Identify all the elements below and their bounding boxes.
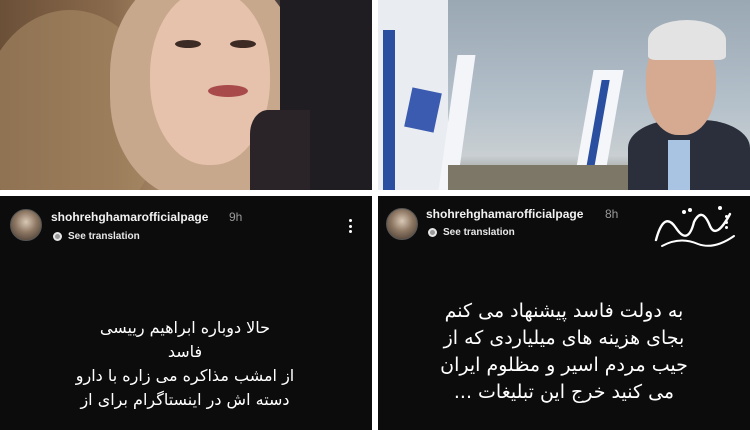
see-translation-link[interactable]: See translation: [53, 231, 140, 242]
story-line: بجای هزینه های میلیاردی که از: [443, 327, 685, 349]
avatar[interactable]: [10, 209, 42, 241]
story-line: دسته اش در اینستاگرام برای از: [80, 390, 290, 409]
story-time: 8h: [605, 207, 619, 221]
flags-photo: [378, 0, 750, 190]
story-panel-left: shohrehghamarofficialpage 9h See transla…: [0, 196, 372, 430]
portrait-photo: [0, 0, 372, 190]
calligraphy-watermark-icon: [654, 206, 735, 247]
story-line: جیب مردم اسیر و مظلوم ایران: [440, 354, 688, 376]
see-translation-label: See translation: [68, 231, 140, 242]
story-time: 9h: [229, 210, 243, 224]
username[interactable]: shohrehghamarofficialpage: [51, 210, 208, 224]
avatar[interactable]: [386, 208, 418, 240]
globe-icon: [428, 228, 437, 237]
globe-icon: [53, 232, 62, 241]
story-text: حالا دوباره ابراهیم رییسی فاسد از امشب م…: [30, 316, 340, 412]
username[interactable]: shohrehghamarofficialpage: [426, 207, 583, 221]
story-line: به دولت فاسد پیشنهاد می کنم: [444, 300, 684, 322]
story-text: به دولت فاسد پیشنهاد می کنم بجای هزینه ه…: [388, 298, 740, 406]
see-translation-link[interactable]: See translation: [428, 227, 515, 238]
story-line: حالا دوباره ابراهیم رییسی: [99, 318, 271, 337]
story-header: shohrehghamarofficialpage 9h See transla…: [0, 196, 372, 256]
story-line: فاسد: [167, 342, 203, 361]
see-translation-label: See translation: [443, 227, 515, 238]
more-vertical-icon[interactable]: [347, 219, 353, 233]
story-line: می کنید خرج این تبلیغات ...: [453, 381, 675, 403]
story-line: از امشب مذاکره می زاره با دارو: [75, 366, 295, 385]
